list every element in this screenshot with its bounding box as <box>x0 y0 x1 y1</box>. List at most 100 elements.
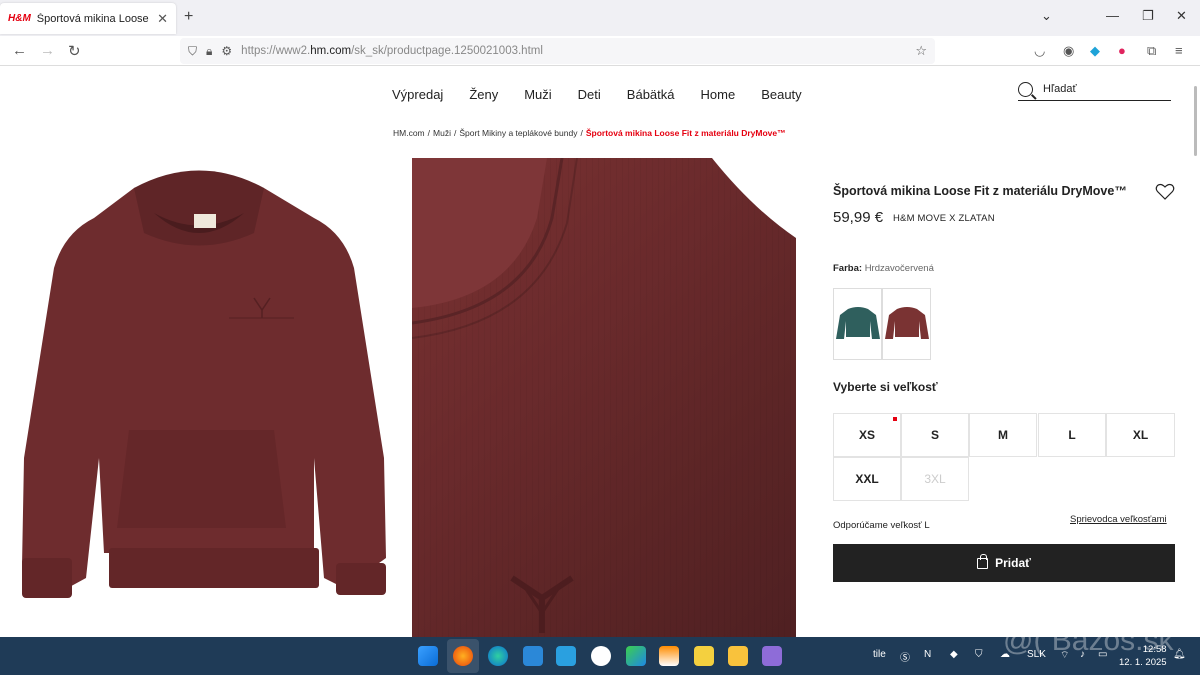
hm-favicon-icon: H&M <box>8 13 31 24</box>
product-image-detail[interactable] <box>412 158 796 638</box>
close-tab-icon[interactable]: ✕ <box>157 11 168 27</box>
menu-item-muzi[interactable]: Muži <box>524 87 551 102</box>
breadcrumb-item[interactable]: Šport Mikiny a teplákové bundy <box>459 128 577 138</box>
app-icon[interactable] <box>762 646 782 666</box>
size-option-s[interactable]: S <box>901 413 969 457</box>
size-label: XS <box>858 428 875 442</box>
new-tab-icon[interactable]: + <box>184 8 193 26</box>
size-option-xl[interactable]: XL <box>1106 413 1175 457</box>
tab-title: Športová mikina Loose Fit z materiálu Dr… <box>36 12 151 25</box>
shopping-bag-icon <box>977 553 989 569</box>
product-image-front[interactable] <box>14 158 392 610</box>
size-option-3xl: 3XL <box>901 457 969 501</box>
menu-item-zeny[interactable]: Ženy <box>469 87 498 102</box>
size-guide-link[interactable]: Sprievodca veľkosťami <box>1070 514 1167 525</box>
color-swatch-green[interactable] <box>833 288 882 360</box>
color-value: Hrdzavočervená <box>864 263 934 274</box>
color-label: Farba: Hrdzavočervená <box>833 263 934 274</box>
size-heading: Vyberte si veľkosť <box>833 380 938 394</box>
color-label-title: Farba: <box>833 263 863 274</box>
firefox-icon[interactable] <box>453 646 473 666</box>
size-option-xs[interactable]: XS <box>833 413 901 457</box>
start-windows-icon[interactable] <box>418 646 438 666</box>
url-prefix: https://www2. <box>241 45 311 57</box>
breadcrumb-current: Športová mikina Loose Fit z materiálu Dr… <box>585 128 786 138</box>
size-label: XL <box>1132 428 1149 442</box>
skype-icon[interactable]: Ⓢ <box>900 649 910 664</box>
product-price: 59,99 € <box>833 209 884 226</box>
size-option-xxl[interactable]: XXL <box>833 457 901 501</box>
size-recommendation: Odporúčame veľkosť L <box>833 520 930 531</box>
extension-bird-icon[interactable]: ◆ <box>1090 43 1100 59</box>
account-icon[interactable]: ◉ <box>1063 43 1074 59</box>
lock-icon[interactable]: 🔒︎ <box>206 44 212 59</box>
breadcrumb-item[interactable]: Muži <box>433 128 451 138</box>
breadcrumb: HM.com / Muži / Šport Mikiny a teplákové bun… <box>393 128 786 138</box>
clock-time: 12:58 <box>1142 644 1167 655</box>
menu-item-beauty[interactable]: Beauty <box>761 87 801 102</box>
pocket-icon[interactable]: ◡ <box>1034 43 1045 59</box>
breadcrumb-item[interactable]: HM.com <box>393 128 425 138</box>
swatch-green-image <box>835 307 880 339</box>
vlc-icon[interactable] <box>659 646 679 666</box>
close-window-icon[interactable]: ✕ <box>1176 8 1187 24</box>
tab-list-chevron-icon[interactable]: ⌄ <box>1041 8 1052 24</box>
app-icon[interactable] <box>556 646 576 666</box>
size-label: 3XL <box>924 472 946 486</box>
fabric-detail-illustration <box>412 158 796 638</box>
onenote-icon[interactable]: N <box>924 649 931 660</box>
reload-icon[interactable]: ↻ <box>68 42 81 60</box>
menu-item-babatka[interactable]: Bábätká <box>627 87 675 102</box>
size-label: M <box>998 428 1008 442</box>
swatch-red-image <box>884 307 929 339</box>
main-menu: Výpredaj Ženy Muži Deti Bábätká Home Bea… <box>392 87 828 102</box>
tray-app-icon[interactable]: ◆ <box>950 649 958 660</box>
low-stock-indicator <box>893 417 897 421</box>
tray-text[interactable]: tile <box>873 649 886 660</box>
app-icon[interactable] <box>591 646 611 666</box>
store-icon[interactable] <box>523 646 543 666</box>
add-button-label: Pridať <box>995 556 1031 570</box>
app-icon[interactable] <box>694 646 714 666</box>
size-label: S <box>930 428 939 442</box>
size-option-l[interactable]: L <box>1038 413 1106 457</box>
size-label: XXL <box>855 472 879 486</box>
search-input[interactable]: Hľadať <box>1018 78 1171 101</box>
address-bar[interactable]: ⛉ 🔒︎ ⚙ https://www2. hm.com/sk_sk/product… <box>180 38 935 64</box>
browser-toolbar: ← → ↻ ⛉ 🔒︎ ⚙ https://www2. hm.com/sk_sk/p… <box>0 36 1200 66</box>
minimize-icon[interactable]: — <box>1106 8 1119 23</box>
forward-icon[interactable]: → <box>40 42 55 59</box>
file-explorer-icon[interactable] <box>728 646 748 666</box>
app-icon[interactable] <box>626 646 646 666</box>
page-scrollbar[interactable] <box>1194 86 1197 156</box>
system-clock[interactable]: 12:58 12. 1. 2025 <box>1119 643 1167 669</box>
notification-bell-icon[interactable]: 🔔︎ <box>1173 649 1186 660</box>
menu-item-deti[interactable]: Deti <box>578 87 601 102</box>
shield-icon[interactable]: ⛉ <box>188 44 197 59</box>
clock-date: 12. 1. 2025 <box>1119 657 1167 668</box>
menu-item-home[interactable]: Home <box>701 87 736 102</box>
extensions-icon[interactable]: ⧉ <box>1147 43 1156 59</box>
search-icon[interactable] <box>1018 81 1033 97</box>
product-brand: H&M MOVE X ZLATAN <box>893 213 995 224</box>
browser-tab[interactable]: H&M Športová mikina Loose Fit z materiál… <box>0 3 176 34</box>
product-title: Športová mikina Loose Fit z materiálu Dr… <box>833 184 1127 198</box>
product-info: Športová mikina Loose Fit z materiálu Dr… <box>833 184 1175 198</box>
bookmark-star-icon[interactable]: ☆ <box>915 43 927 59</box>
restore-icon[interactable]: ❐ <box>1142 8 1154 24</box>
search-placeholder: Hľadať <box>1043 83 1077 95</box>
defender-icon[interactable]: ⛉ <box>975 649 983 660</box>
extension-badge-icon[interactable]: ● <box>1118 43 1126 58</box>
color-swatch-rust-red[interactable] <box>882 288 931 360</box>
edge-icon[interactable] <box>488 646 508 666</box>
size-option-m[interactable]: M <box>969 413 1037 457</box>
size-label: L <box>1068 428 1076 442</box>
add-to-cart-button[interactable]: Pridať <box>833 544 1175 582</box>
back-icon[interactable]: ← <box>12 42 27 59</box>
menu-icon[interactable]: ≡ <box>1175 43 1183 58</box>
permissions-icon[interactable]: ⚙ <box>221 44 232 58</box>
hoodie-illustration <box>22 170 386 598</box>
url-host: hm.com <box>310 45 352 57</box>
favorite-heart-icon[interactable] <box>1155 182 1175 202</box>
menu-item-vypredaj[interactable]: Výpredaj <box>392 87 443 102</box>
